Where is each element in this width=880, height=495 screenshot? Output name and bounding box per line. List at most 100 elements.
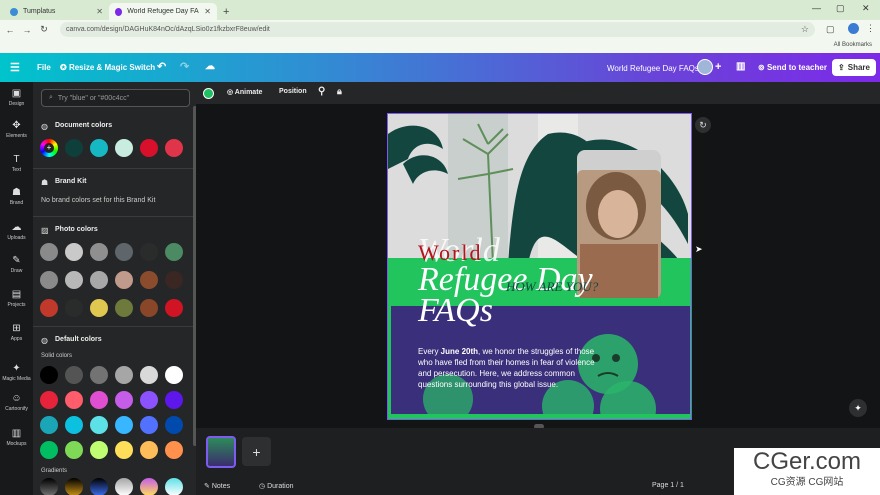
rail-item-cartoonify[interactable]: ☺ Cartoonify bbox=[0, 393, 33, 412]
solid-color-swatch[interactable] bbox=[90, 366, 108, 384]
photo-color-swatch[interactable] bbox=[140, 299, 158, 317]
regenerate-icon[interactable]: ↻ bbox=[695, 117, 711, 133]
solid-color-swatch[interactable] bbox=[165, 391, 183, 409]
collaborator-avatar[interactable] bbox=[697, 59, 713, 75]
photo-color-swatch[interactable] bbox=[90, 271, 108, 289]
rail-item-text[interactable]: T Text bbox=[0, 154, 33, 173]
solid-color-swatch[interactable] bbox=[90, 441, 108, 459]
close-window-icon[interactable]: ✕ bbox=[862, 3, 870, 14]
solid-color-swatch[interactable] bbox=[115, 391, 133, 409]
document-color-swatch[interactable] bbox=[140, 139, 158, 157]
rail-item-uploads[interactable]: ☁ Uploads bbox=[0, 222, 33, 241]
photo-color-swatch[interactable] bbox=[90, 243, 108, 261]
notes-button[interactable]: ✎ Notes bbox=[204, 482, 230, 490]
rail-item-apps[interactable]: ⊞ Apps bbox=[0, 323, 33, 342]
solid-color-swatch[interactable] bbox=[65, 441, 83, 459]
photo-color-swatch[interactable] bbox=[115, 271, 133, 289]
gradient-swatch[interactable] bbox=[165, 478, 183, 495]
document-color-swatch[interactable] bbox=[115, 139, 133, 157]
solid-color-swatch[interactable] bbox=[140, 366, 158, 384]
rail-item-mockups[interactable]: ▥ Mockups bbox=[0, 428, 33, 447]
solid-color-swatch[interactable] bbox=[65, 366, 83, 384]
forward-icon[interactable]: → bbox=[20, 25, 34, 35]
page-thumbnail[interactable] bbox=[206, 436, 236, 468]
photo-color-swatch[interactable] bbox=[65, 243, 83, 261]
solid-color-swatch[interactable] bbox=[140, 416, 158, 434]
back-icon[interactable]: ← bbox=[3, 25, 17, 35]
maximize-icon[interactable]: ▢ bbox=[836, 3, 845, 14]
design-artboard[interactable]: World World Refugee Day HOW ARE YOU? FAQ… bbox=[387, 113, 692, 420]
photo-color-swatch[interactable] bbox=[140, 243, 158, 261]
share-button[interactable]: ⇪ Share bbox=[832, 59, 876, 76]
solid-color-swatch[interactable] bbox=[165, 416, 183, 434]
resize-magic-switch-button[interactable]: ✪ Resize & Magic Switch bbox=[60, 63, 155, 72]
rail-item-projects[interactable]: ▤ Projects bbox=[0, 289, 33, 308]
rail-item-magic-media[interactable]: ✦ Magic Media bbox=[0, 363, 33, 382]
photo-color-swatch[interactable] bbox=[115, 243, 133, 261]
add-collaborator-icon[interactable]: + bbox=[715, 61, 721, 73]
browser-tab-canva[interactable]: World Refugee Day FAQs - Inst ✕ bbox=[109, 3, 217, 20]
photo-thumbnail[interactable] bbox=[40, 243, 58, 261]
new-tab-button[interactable]: + bbox=[217, 3, 235, 20]
solid-color-swatch[interactable] bbox=[40, 391, 58, 409]
close-tab-icon[interactable]: ✕ bbox=[204, 7, 211, 16]
add-color-button[interactable]: + bbox=[40, 139, 58, 157]
extensions-icon[interactable]: ▢ bbox=[826, 24, 835, 35]
gradient-swatch[interactable] bbox=[65, 478, 83, 495]
solid-color-swatch[interactable] bbox=[165, 441, 183, 459]
bookmark-star-icon[interactable]: ☆ bbox=[801, 24, 809, 35]
paint-roller-icon[interactable]: ⚲ bbox=[318, 86, 325, 97]
rail-item-draw[interactable]: ✎ Draw bbox=[0, 255, 33, 274]
gradient-swatch[interactable] bbox=[140, 478, 158, 495]
solid-color-swatch[interactable] bbox=[115, 366, 133, 384]
send-to-teacher-button[interactable]: ⊚ Send to teacher bbox=[758, 63, 827, 72]
gradient-swatch[interactable] bbox=[90, 478, 108, 495]
solid-color-swatch[interactable] bbox=[115, 416, 133, 434]
photo-thumbnail[interactable] bbox=[40, 299, 58, 317]
photo-thumbnail[interactable] bbox=[40, 271, 58, 289]
design-script-text[interactable]: HOW ARE YOU? bbox=[506, 279, 598, 295]
design-body-text[interactable]: Every June 20th, we honor the struggles … bbox=[418, 346, 608, 390]
redo-icon[interactable]: ↷ bbox=[180, 60, 189, 73]
rail-item-elements[interactable]: ✥ Elements bbox=[0, 120, 33, 139]
document-title[interactable]: World Refugee Day FAQs bbox=[607, 64, 699, 73]
profile-avatar[interactable] bbox=[848, 23, 859, 34]
solid-color-swatch[interactable] bbox=[115, 441, 133, 459]
photo-color-swatch[interactable] bbox=[165, 299, 183, 317]
gradient-swatch[interactable] bbox=[40, 478, 58, 495]
color-picker-swatch[interactable] bbox=[203, 88, 214, 99]
url-field[interactable]: canva.com/design/DAGHuK84nOc/dAzqLSio0z1… bbox=[60, 22, 815, 37]
photo-color-swatch[interactable] bbox=[165, 243, 183, 261]
animate-button[interactable]: ◎ Animate bbox=[227, 88, 262, 96]
solid-color-swatch[interactable] bbox=[140, 441, 158, 459]
photo-color-swatch[interactable] bbox=[165, 271, 183, 289]
solid-color-swatch[interactable] bbox=[40, 366, 58, 384]
solid-color-swatch[interactable] bbox=[40, 416, 58, 434]
rail-item-brand[interactable]: ☗ Brand bbox=[0, 187, 33, 206]
menu-dots-icon[interactable]: ⋮ bbox=[866, 23, 875, 34]
document-color-swatch[interactable] bbox=[65, 139, 83, 157]
solid-color-swatch[interactable] bbox=[90, 391, 108, 409]
position-button[interactable]: Position bbox=[279, 88, 307, 95]
design-title-line3[interactable]: FAQs bbox=[418, 292, 493, 330]
photo-color-swatch[interactable] bbox=[65, 271, 83, 289]
add-page-button[interactable]: + bbox=[242, 437, 271, 466]
close-tab-icon[interactable]: ✕ bbox=[96, 7, 103, 16]
solid-color-swatch[interactable] bbox=[140, 391, 158, 409]
reload-icon[interactable]: ↻ bbox=[37, 24, 51, 35]
undo-icon[interactable]: ↶ bbox=[157, 60, 166, 73]
lock-icon[interactable]: 🔒︎ bbox=[337, 86, 342, 97]
minimize-icon[interactable]: — bbox=[812, 3, 821, 13]
gradient-swatch[interactable] bbox=[115, 478, 133, 495]
all-bookmarks-link[interactable]: All Bookmarks bbox=[834, 42, 872, 48]
magic-assistant-icon[interactable]: ✦ bbox=[849, 399, 867, 417]
photo-color-swatch[interactable] bbox=[115, 299, 133, 317]
solid-color-swatch[interactable] bbox=[40, 441, 58, 459]
browser-tab-tumplatus[interactable]: Tumplatus ✕ bbox=[4, 3, 109, 20]
solid-color-swatch[interactable] bbox=[165, 366, 183, 384]
solid-color-swatch[interactable] bbox=[65, 391, 83, 409]
document-color-swatch[interactable] bbox=[165, 139, 183, 157]
solid-color-swatch[interactable] bbox=[65, 416, 83, 434]
document-color-swatch[interactable] bbox=[90, 139, 108, 157]
rail-item-design[interactable]: ▣ Design bbox=[0, 88, 33, 107]
